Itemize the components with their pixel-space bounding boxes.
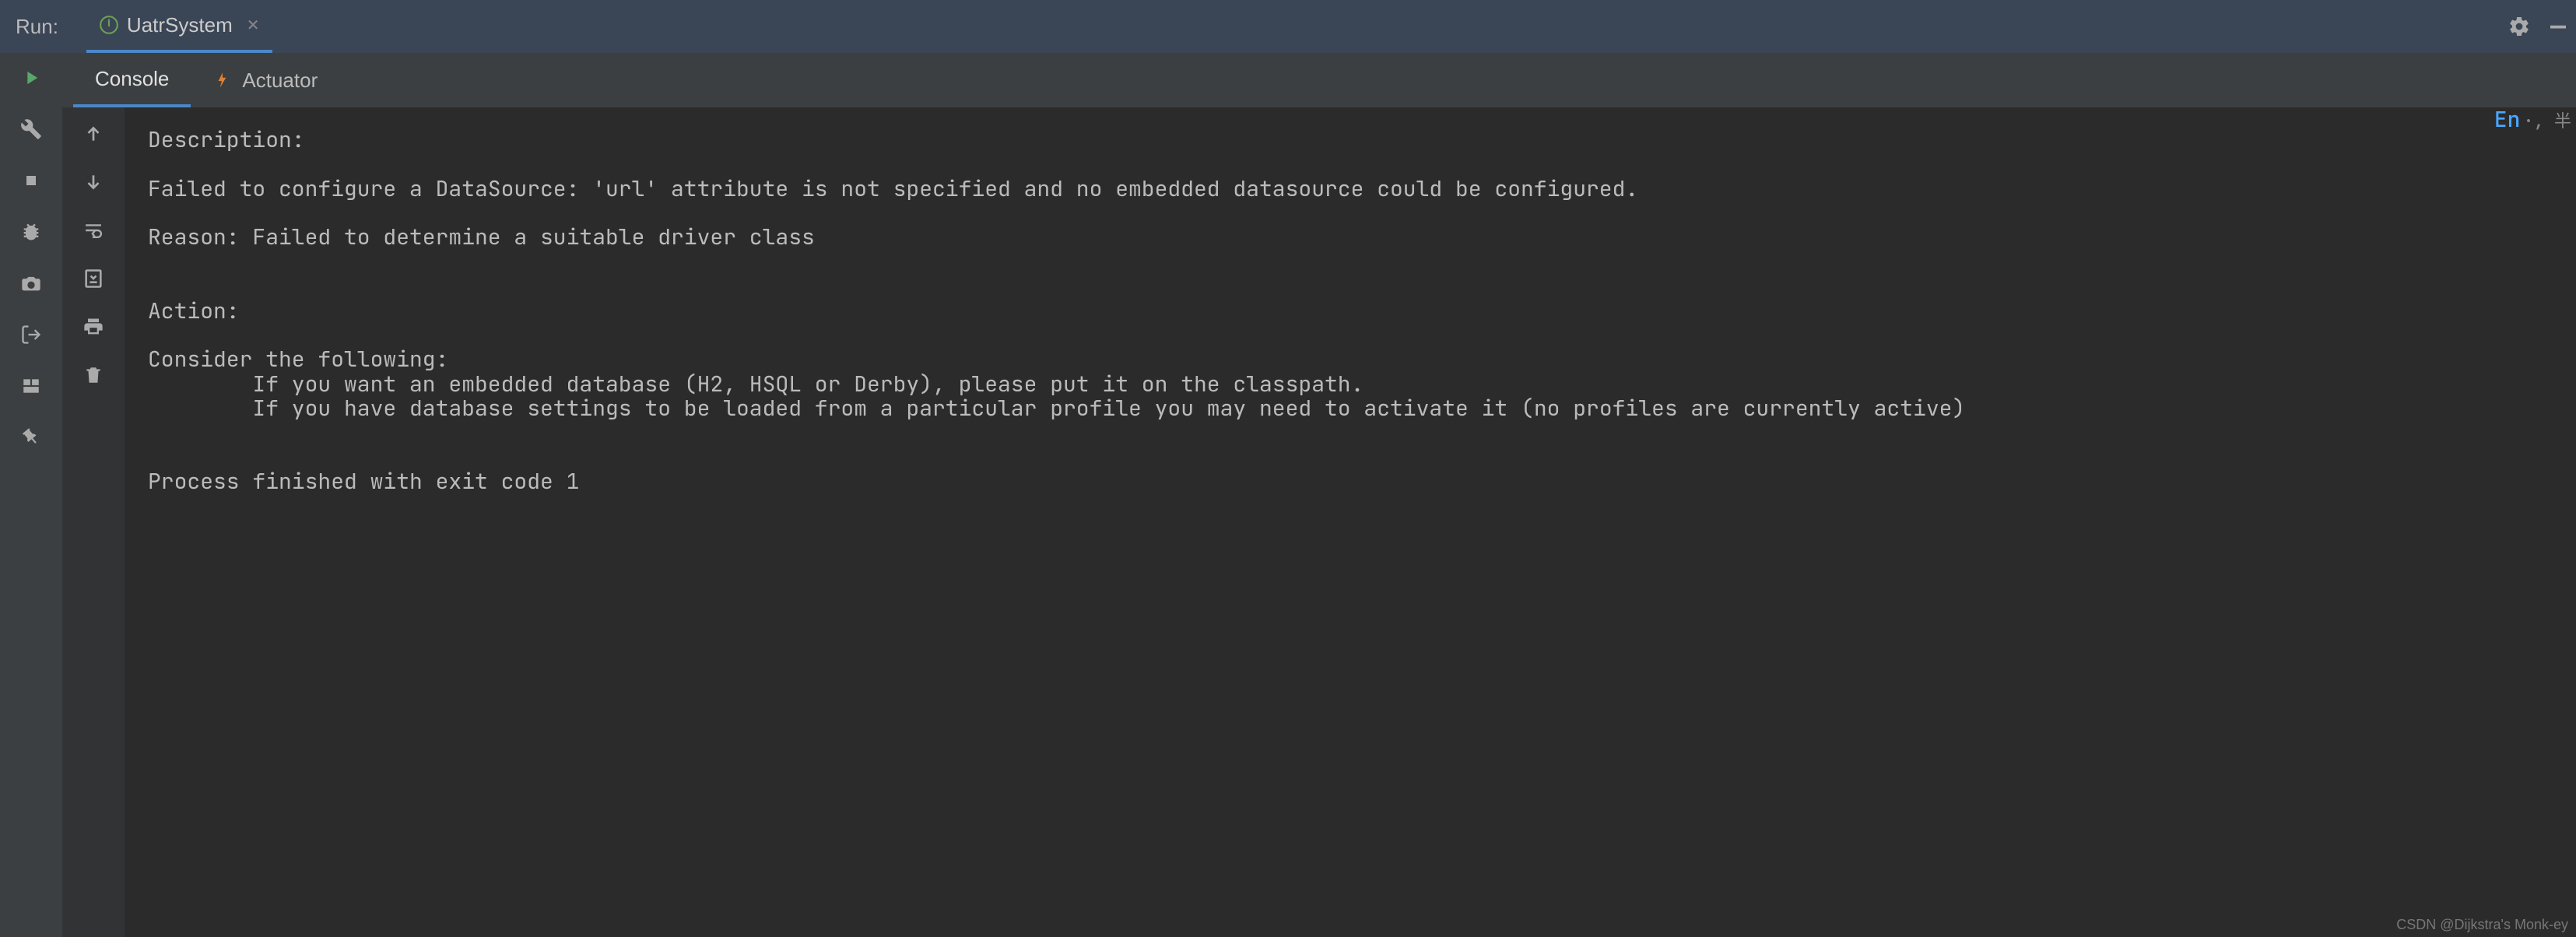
main-content-row: Console Actuator: [0, 53, 2576, 937]
tab-console-label: Console: [95, 67, 169, 91]
run-side-toolbar: [0, 53, 62, 937]
actuator-icon: [212, 70, 233, 90]
run-header-bar: Run: UatrSystem ✕: [0, 0, 2576, 53]
run-config-tab[interactable]: UatrSystem ✕: [86, 0, 272, 53]
gear-icon[interactable]: [2508, 15, 2531, 38]
soft-wrap-icon[interactable]: [78, 215, 109, 246]
close-icon[interactable]: ✕: [247, 16, 260, 35]
tab-actuator-label: Actuator: [242, 68, 318, 93]
spring-boot-icon: [99, 15, 119, 35]
minimize-icon[interactable]: [2546, 15, 2570, 38]
console-text: Description: Failed to configure a DataS…: [148, 128, 2560, 493]
output-tabs: Console Actuator: [62, 53, 2576, 107]
run-config-name: UatrSystem: [127, 13, 233, 37]
bug-icon[interactable]: [16, 216, 47, 247]
watermark: CSDN @Dijkstra's Monk-ey: [2396, 917, 2568, 932]
run-content-area: Console Actuator: [62, 53, 2576, 937]
camera-icon[interactable]: [16, 268, 47, 299]
print-icon[interactable]: [78, 311, 109, 342]
wrench-icon[interactable]: [16, 114, 47, 145]
stop-icon[interactable]: [16, 165, 47, 196]
exit-icon[interactable]: [16, 319, 47, 350]
ime-indicator: En·, 半: [2494, 107, 2571, 132]
trash-icon[interactable]: [78, 360, 109, 391]
ime-suffix: ·, 半: [2523, 110, 2571, 132]
run-icon[interactable]: [16, 62, 47, 93]
console-output[interactable]: Description: Failed to configure a DataS…: [125, 107, 2576, 937]
tab-actuator[interactable]: Actuator: [191, 53, 339, 107]
pin-icon[interactable]: [16, 422, 47, 453]
arrow-up-icon[interactable]: [78, 118, 109, 149]
arrow-down-icon[interactable]: [78, 167, 109, 198]
console-wrap: Description: Failed to configure a DataS…: [62, 107, 2576, 937]
scroll-to-end-icon[interactable]: [78, 263, 109, 294]
ime-lang: En: [2494, 107, 2521, 134]
console-toolbar: [62, 107, 125, 937]
header-right-controls: [2508, 15, 2570, 38]
tab-console[interactable]: Console: [73, 53, 191, 107]
layout-icon[interactable]: [16, 370, 47, 402]
run-label: Run:: [16, 15, 58, 39]
